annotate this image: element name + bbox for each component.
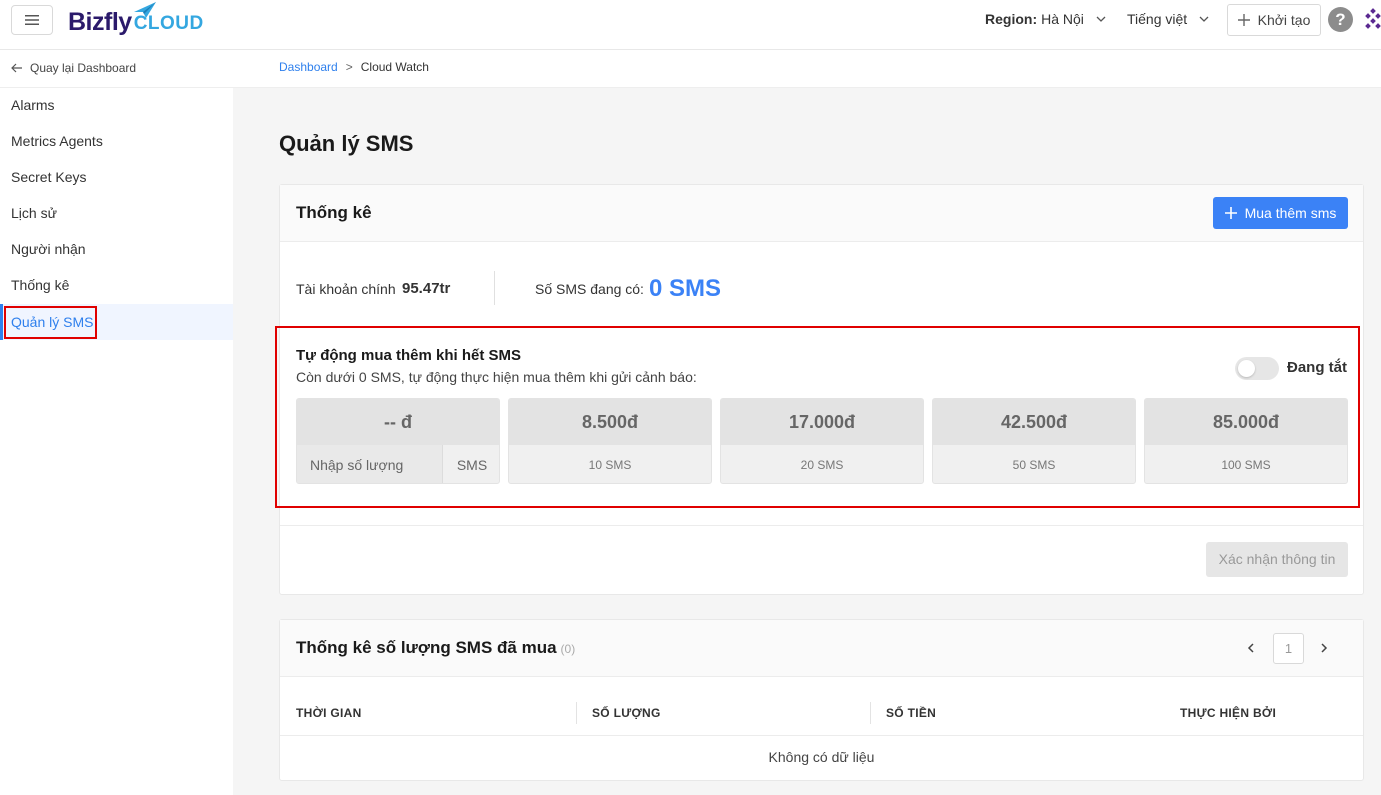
package-price: 85.000đ bbox=[1145, 399, 1347, 445]
main-content: Dashboard > Cloud Watch Quản lý SMS Thốn… bbox=[233, 50, 1381, 795]
empty-table-message: Không có dữ liệu bbox=[768, 749, 875, 765]
auto-buy-toggle-label: Đang tắt bbox=[1287, 359, 1347, 376]
paper-plane-icon bbox=[134, 2, 156, 18]
toggle-knob bbox=[1238, 360, 1255, 377]
table-header-divider bbox=[280, 735, 1363, 736]
column-header-quantity[interactable]: SỐ LƯỢNG bbox=[592, 706, 661, 720]
sidebar-item-label: Lịch sử bbox=[11, 205, 57, 221]
logo-text-main: Bizfly bbox=[68, 7, 132, 36]
sidebar: Quay lại Dashboard Alarms Metrics Agents… bbox=[0, 50, 233, 795]
package-option-50[interactable]: 42.500đ 50 SMS bbox=[932, 398, 1136, 484]
package-option-20[interactable]: 17.000đ 20 SMS bbox=[720, 398, 924, 484]
bizfly-logo[interactable]: Bizfly CLOUD bbox=[68, 2, 204, 38]
chevron-down-icon bbox=[1096, 16, 1106, 22]
package-price: 17.000đ bbox=[721, 399, 923, 445]
stats-divider bbox=[494, 271, 495, 305]
column-header-performed-by[interactable]: THỰC HIỆN BỞI bbox=[1180, 706, 1276, 720]
quantity-input[interactable]: Nhập số lượng bbox=[297, 445, 443, 483]
stats-card-title: Thống kê bbox=[296, 203, 372, 222]
buy-more-sms-button[interactable]: Mua thêm sms bbox=[1213, 197, 1348, 229]
arrow-left-icon bbox=[11, 63, 22, 73]
breadcrumb-separator: > bbox=[345, 60, 353, 74]
sidebar-item-metrics-agents[interactable]: Metrics Agents bbox=[0, 123, 233, 159]
plus-icon bbox=[1237, 14, 1250, 26]
column-header-time[interactable]: THỜI GIAN bbox=[296, 706, 362, 720]
confirm-button[interactable]: Xác nhận thông tin bbox=[1206, 542, 1348, 577]
sidebar-item-history[interactable]: Lịch sử bbox=[0, 195, 233, 231]
menu-toggle-button[interactable] bbox=[11, 5, 53, 35]
back-to-dashboard-link[interactable]: Quay lại Dashboard bbox=[11, 61, 136, 75]
purchase-history-card: Thống kê số lượng SMS đã mua (0) 1 THỜI G… bbox=[279, 619, 1364, 781]
auto-buy-description: Còn dưới 0 SMS, tự động thực hiện mua th… bbox=[296, 369, 697, 385]
breadcrumb-bar: Dashboard > Cloud Watch bbox=[233, 50, 1381, 88]
quantity-unit: SMS bbox=[456, 457, 488, 473]
breadcrumb: Dashboard > Cloud Watch bbox=[279, 60, 429, 74]
purchase-history-title: Thống kê số lượng SMS đã mua bbox=[296, 638, 557, 657]
custom-package-price: -- đ bbox=[297, 399, 499, 445]
sidebar-item-label: Alarms bbox=[11, 97, 55, 113]
sidebar-item-label: Thống kê bbox=[11, 277, 70, 293]
sidebar-item-alarms[interactable]: Alarms bbox=[0, 87, 233, 123]
auto-buy-title: Tự động mua thêm khi hết SMS bbox=[296, 347, 522, 364]
create-label: Khởi tạo bbox=[1257, 12, 1311, 28]
package-price: 42.500đ bbox=[933, 399, 1135, 445]
sms-balance-label: Số SMS đang có: bbox=[535, 281, 644, 297]
chevron-down-icon bbox=[1199, 16, 1209, 22]
region-label: Region: bbox=[985, 11, 1038, 27]
auto-buy-toggle[interactable] bbox=[1235, 357, 1279, 380]
purchase-history-count: (0) bbox=[560, 642, 576, 656]
region-selector[interactable]: Region: Hà Nội bbox=[985, 11, 1106, 27]
back-label: Quay lại Dashboard bbox=[30, 61, 137, 75]
breadcrumb-current: Cloud Watch bbox=[360, 60, 429, 74]
package-quantity: 20 SMS bbox=[800, 458, 844, 472]
package-option-100[interactable]: 85.000đ 100 SMS bbox=[1144, 398, 1348, 484]
package-option-10[interactable]: 8.500đ 10 SMS bbox=[508, 398, 712, 484]
column-header-amount[interactable]: SỐ TIỀN bbox=[886, 706, 936, 720]
custom-package-option[interactable]: -- đ Nhập số lượng SMS bbox=[296, 398, 500, 484]
sms-balance-value: 0 SMS bbox=[649, 275, 722, 302]
stats-card-header: Thống kê Mua thêm sms bbox=[280, 185, 1363, 242]
package-quantity: 50 SMS bbox=[1012, 458, 1056, 472]
package-quantity: 10 SMS bbox=[588, 458, 632, 472]
sidebar-item-secret-keys[interactable]: Secret Keys bbox=[0, 159, 233, 195]
column-divider bbox=[576, 702, 577, 724]
chevron-right-icon[interactable] bbox=[1316, 638, 1332, 658]
hamburger-icon bbox=[25, 15, 39, 25]
sidebar-item-label: Người nhận bbox=[11, 241, 86, 257]
chevron-left-icon[interactable] bbox=[1243, 638, 1259, 658]
sidebar-item-statistics[interactable]: Thống kê bbox=[0, 267, 233, 303]
help-icon[interactable]: ? bbox=[1328, 7, 1353, 32]
column-divider bbox=[870, 702, 871, 724]
stats-card: Thống kê Mua thêm sms Tài khoản chính 95… bbox=[275, 184, 1364, 595]
stats-card-footer-divider bbox=[280, 525, 1363, 526]
apps-grid-icon[interactable] bbox=[1363, 7, 1381, 33]
main-account-value: 95.47tr bbox=[402, 280, 451, 297]
create-button[interactable]: Khởi tạo bbox=[1227, 4, 1321, 36]
top-bar: Bizfly CLOUD Region: Hà Nội Tiếng việt K… bbox=[0, 0, 1381, 50]
package-quantity: 100 SMS bbox=[1221, 458, 1271, 472]
language-value: Tiếng việt bbox=[1127, 11, 1188, 27]
purchase-history-header: Thống kê số lượng SMS đã mua (0) 1 bbox=[280, 620, 1363, 677]
package-price: 8.500đ bbox=[509, 399, 711, 445]
sidebar-item-label: Metrics Agents bbox=[11, 133, 103, 149]
sidebar-item-label: Secret Keys bbox=[11, 169, 87, 185]
highlight-box-sidebar bbox=[4, 306, 97, 339]
page-title: Quản lý SMS bbox=[279, 131, 414, 156]
language-selector[interactable]: Tiếng việt bbox=[1127, 11, 1209, 27]
pagination-page[interactable]: 1 bbox=[1273, 633, 1304, 664]
main-account-label: Tài khoản chính bbox=[296, 281, 396, 297]
sidebar-item-recipients[interactable]: Người nhận bbox=[0, 231, 233, 267]
buy-more-sms-label: Mua thêm sms bbox=[1244, 205, 1337, 221]
breadcrumb-dashboard-link[interactable]: Dashboard bbox=[279, 60, 338, 74]
region-value: Hà Nội bbox=[1041, 11, 1084, 27]
plus-icon bbox=[1224, 207, 1237, 219]
purchase-history-title-wrap: Thống kê số lượng SMS đã mua (0) bbox=[296, 638, 575, 658]
